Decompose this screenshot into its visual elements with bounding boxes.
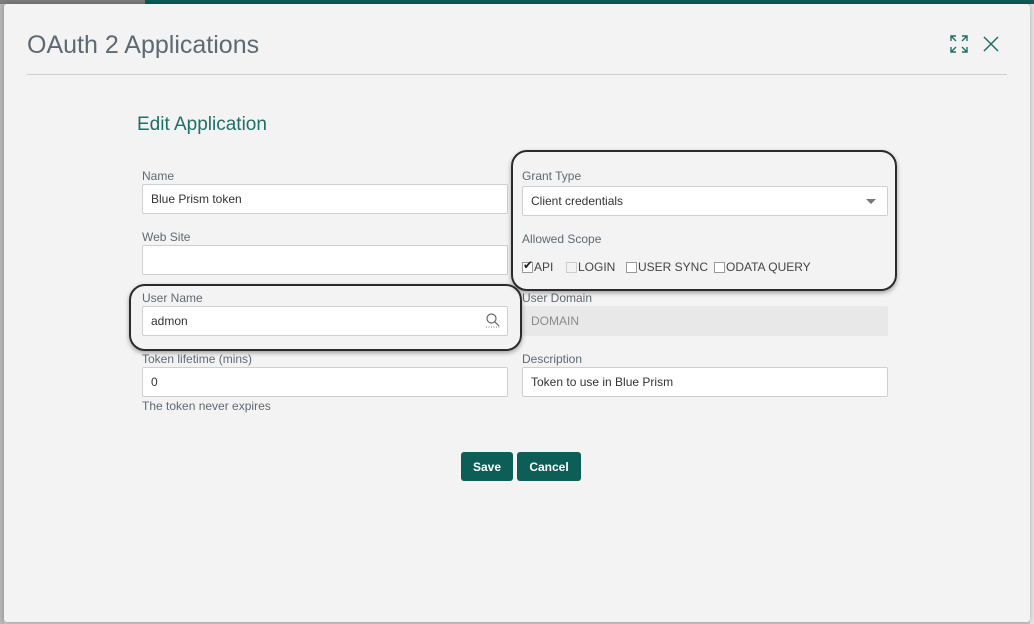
token-lifetime-helper: The token never expires — [142, 399, 271, 413]
name-field[interactable] — [142, 184, 508, 214]
checkbox-box[interactable] — [566, 261, 577, 273]
description-field[interactable] — [522, 367, 888, 397]
background-right-edge — [1030, 4, 1034, 624]
scope-login-label: LOGIN — [578, 260, 616, 274]
scope-user-sync-label: USER SYNC — [638, 260, 709, 274]
token-lifetime-field[interactable] — [142, 367, 508, 397]
scope-odata-query-label: ODATA QUERY — [726, 260, 811, 274]
user-name-label: User Name — [142, 291, 203, 305]
scope-login-checkbox[interactable]: LOGIN — [566, 259, 615, 275]
grant-type-value: Client credentials — [531, 194, 624, 208]
close-icon[interactable] — [981, 34, 1001, 54]
user-domain-label: User Domain — [522, 291, 593, 305]
header-divider — [27, 74, 1007, 75]
checkbox-box[interactable]: ✔ — [522, 257, 534, 273]
checkbox-box[interactable] — [626, 261, 637, 273]
web-site-field[interactable] — [142, 245, 508, 275]
checkbox-box[interactable] — [714, 261, 725, 273]
oauth-applications-modal: OAuth 2 Applications Edit Application Na… — [4, 4, 1030, 622]
scope-odata-query-checkbox[interactable]: ODATA QUERY — [714, 259, 811, 275]
user-name-field[interactable] — [142, 306, 508, 336]
checkmark-icon: ✔ — [523, 257, 534, 272]
token-lifetime-label: Token lifetime (mins) — [142, 352, 253, 366]
description-label: Description — [522, 352, 583, 366]
search-icon[interactable] — [485, 312, 501, 328]
section-title: Edit Application — [137, 114, 267, 135]
scope-api-label: API — [534, 260, 554, 274]
user-domain-field — [522, 306, 888, 336]
grant-type-select[interactable]: Client credentials — [522, 186, 888, 216]
grant-type-label: Grant Type — [522, 169, 582, 183]
chevron-down-icon[interactable] — [866, 199, 876, 204]
scope-user-sync-checkbox[interactable]: USER SYNC — [626, 259, 708, 275]
expand-icon[interactable] — [949, 34, 969, 54]
scope-api-checkbox[interactable]: ✔ API — [522, 259, 553, 275]
modal-title: OAuth 2 Applications — [27, 31, 260, 59]
web-site-label: Web Site — [142, 230, 191, 244]
name-label: Name — [142, 169, 175, 183]
save-button[interactable]: Save — [461, 452, 513, 481]
cancel-button[interactable]: Cancel — [517, 452, 581, 481]
allowed-scope-label: Allowed Scope — [522, 232, 602, 246]
